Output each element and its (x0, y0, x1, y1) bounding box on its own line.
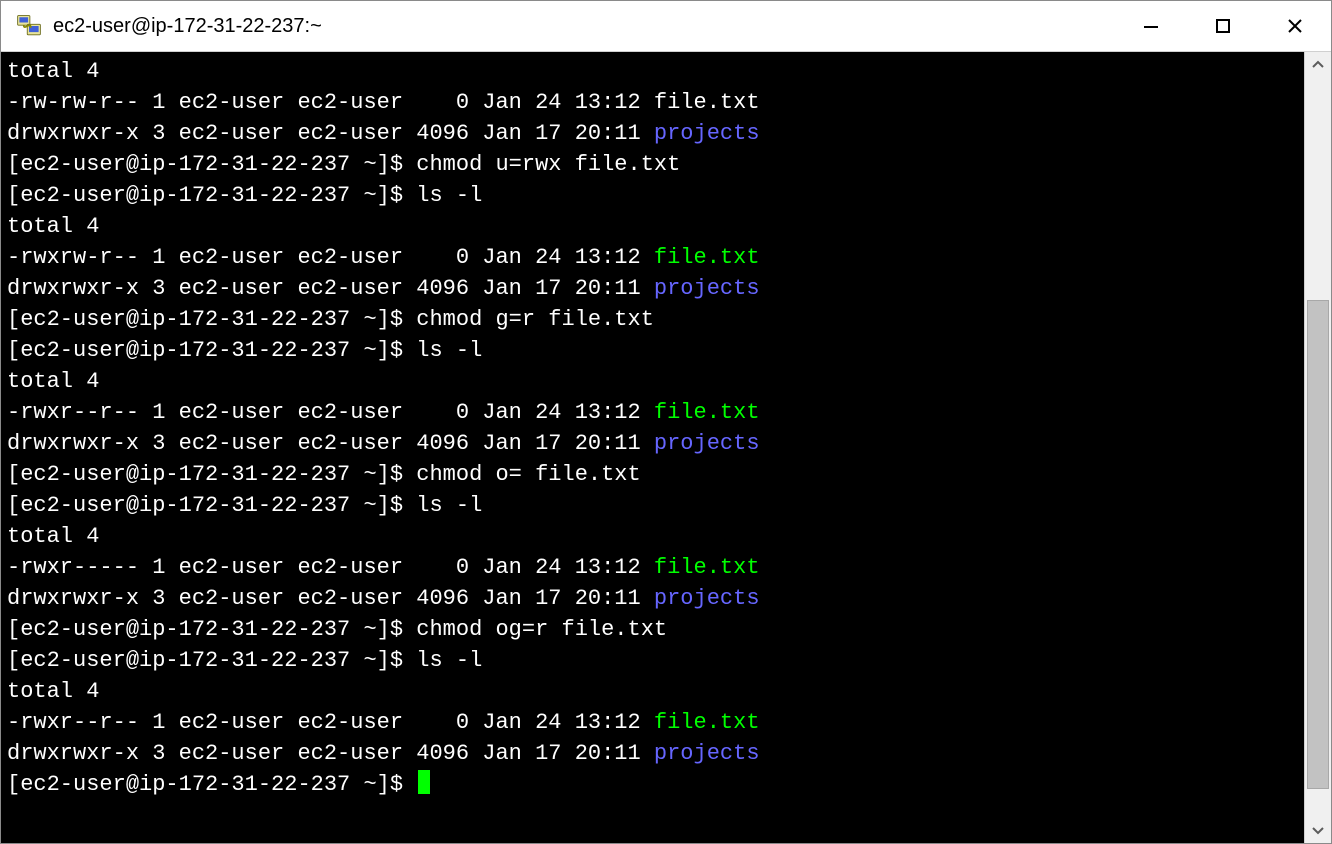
terminal-line: -rwxrw-r-- 1 ec2-user ec2-user 0 Jan 24 … (7, 242, 1298, 273)
terminal-line: -rwxr--r-- 1 ec2-user ec2-user 0 Jan 24 … (7, 707, 1298, 738)
terminal-line: -rwxr----- 1 ec2-user ec2-user 0 Jan 24 … (7, 552, 1298, 583)
putty-window: ec2-user@ip-172-31-22-237:~ total 4 -rw-r… (0, 0, 1332, 844)
terminal-text: [ec2-user@ip-172-31-22-237 ~]$ chmod u=r… (7, 152, 680, 177)
terminal-line: [ec2-user@ip-172-31-22-237 ~]$ chmod u=r… (7, 149, 1298, 180)
terminal-text: drwxrwxr-x 3 ec2-user ec2-user 4096 Jan … (7, 121, 654, 146)
terminal-line: [ec2-user@ip-172-31-22-237 ~]$ chmod og=… (7, 614, 1298, 645)
terminal-line: [ec2-user@ip-172-31-22-237 ~]$ (7, 769, 1298, 800)
terminal-text: -rwxr----- 1 ec2-user ec2-user 0 Jan 24 … (7, 555, 654, 580)
terminal-text: [ec2-user@ip-172-31-22-237 ~]$ chmod o= … (7, 462, 641, 487)
terminal-line: [ec2-user@ip-172-31-22-237 ~]$ ls -l (7, 180, 1298, 211)
terminal-text: total 4 (7, 369, 99, 394)
terminal-text-dir: projects (654, 276, 760, 301)
terminal-text: [ec2-user@ip-172-31-22-237 ~]$ ls -l (7, 183, 482, 208)
terminal-line: [ec2-user@ip-172-31-22-237 ~]$ chmod g=r… (7, 304, 1298, 335)
terminal-line: drwxrwxr-x 3 ec2-user ec2-user 4096 Jan … (7, 118, 1298, 149)
maximize-button[interactable] (1187, 1, 1259, 51)
terminal-line: drwxrwxr-x 3 ec2-user ec2-user 4096 Jan … (7, 273, 1298, 304)
terminal-text: -rw-rw-r-- 1 ec2-user ec2-user 0 Jan 24 … (7, 90, 760, 115)
terminal-text-exec: file.txt (654, 555, 760, 580)
terminal-text-dir: projects (654, 586, 760, 611)
scrollbar-thumb[interactable] (1307, 300, 1329, 790)
scroll-down-button[interactable] (1305, 817, 1331, 843)
terminal-text: drwxrwxr-x 3 ec2-user ec2-user 4096 Jan … (7, 276, 654, 301)
terminal-line: total 4 (7, 56, 1298, 87)
terminal-text: [ec2-user@ip-172-31-22-237 ~]$ chmod og=… (7, 617, 667, 642)
terminal-line: drwxrwxr-x 3 ec2-user ec2-user 4096 Jan … (7, 428, 1298, 459)
terminal-text: drwxrwxr-x 3 ec2-user ec2-user 4096 Jan … (7, 431, 654, 456)
terminal-text: total 4 (7, 59, 99, 84)
terminal-line: drwxrwxr-x 3 ec2-user ec2-user 4096 Jan … (7, 583, 1298, 614)
titlebar[interactable]: ec2-user@ip-172-31-22-237:~ (1, 1, 1331, 52)
terminal-text: [ec2-user@ip-172-31-22-237 ~]$ ls -l (7, 648, 482, 673)
terminal-text-dir: projects (654, 741, 760, 766)
scrollbar-track[interactable] (1305, 78, 1331, 817)
terminal-text: -rwxr--r-- 1 ec2-user ec2-user 0 Jan 24 … (7, 710, 654, 735)
terminal-text: total 4 (7, 524, 99, 549)
terminal-line: [ec2-user@ip-172-31-22-237 ~]$ ls -l (7, 490, 1298, 521)
window-title: ec2-user@ip-172-31-22-237:~ (53, 15, 1115, 38)
putty-icon (15, 12, 43, 40)
terminal-text: total 4 (7, 679, 99, 704)
terminal-text: total 4 (7, 214, 99, 239)
terminal-text: drwxrwxr-x 3 ec2-user ec2-user 4096 Jan … (7, 741, 654, 766)
terminal-text: [ec2-user@ip-172-31-22-237 ~]$ chmod g=r… (7, 307, 654, 332)
terminal-text: [ec2-user@ip-172-31-22-237 ~]$ (7, 772, 416, 797)
terminal-line: [ec2-user@ip-172-31-22-237 ~]$ chmod o= … (7, 459, 1298, 490)
terminal-text-dir: projects (654, 121, 760, 146)
scrollbar[interactable] (1304, 52, 1331, 843)
terminal-cursor (418, 770, 430, 794)
terminal-text: drwxrwxr-x 3 ec2-user ec2-user 4096 Jan … (7, 586, 654, 611)
terminal-text: [ec2-user@ip-172-31-22-237 ~]$ ls -l (7, 338, 482, 363)
terminal-text: -rwxr--r-- 1 ec2-user ec2-user 0 Jan 24 … (7, 400, 654, 425)
scroll-up-button[interactable] (1305, 52, 1331, 78)
terminal-text-exec: file.txt (654, 245, 760, 270)
terminal-text-exec: file.txt (654, 400, 760, 425)
terminal-line: [ec2-user@ip-172-31-22-237 ~]$ ls -l (7, 645, 1298, 676)
terminal[interactable]: total 4 -rw-rw-r-- 1 ec2-user ec2-user 0 … (1, 52, 1304, 843)
terminal-line: [ec2-user@ip-172-31-22-237 ~]$ ls -l (7, 335, 1298, 366)
terminal-line: total 4 (7, 521, 1298, 552)
terminal-line: -rw-rw-r-- 1 ec2-user ec2-user 0 Jan 24 … (7, 87, 1298, 118)
terminal-line: total 4 (7, 676, 1298, 707)
minimize-button[interactable] (1115, 1, 1187, 51)
window-controls (1115, 1, 1331, 51)
close-button[interactable] (1259, 1, 1331, 51)
terminal-text-exec: file.txt (654, 710, 760, 735)
terminal-line: drwxrwxr-x 3 ec2-user ec2-user 4096 Jan … (7, 738, 1298, 769)
client-area: total 4 -rw-rw-r-- 1 ec2-user ec2-user 0 … (1, 52, 1331, 843)
terminal-text: -rwxrw-r-- 1 ec2-user ec2-user 0 Jan 24 … (7, 245, 654, 270)
terminal-text: [ec2-user@ip-172-31-22-237 ~]$ ls -l (7, 493, 482, 518)
terminal-line: total 4 (7, 366, 1298, 397)
terminal-text-dir: projects (654, 431, 760, 456)
terminal-line: total 4 (7, 211, 1298, 242)
terminal-line: -rwxr--r-- 1 ec2-user ec2-user 0 Jan 24 … (7, 397, 1298, 428)
